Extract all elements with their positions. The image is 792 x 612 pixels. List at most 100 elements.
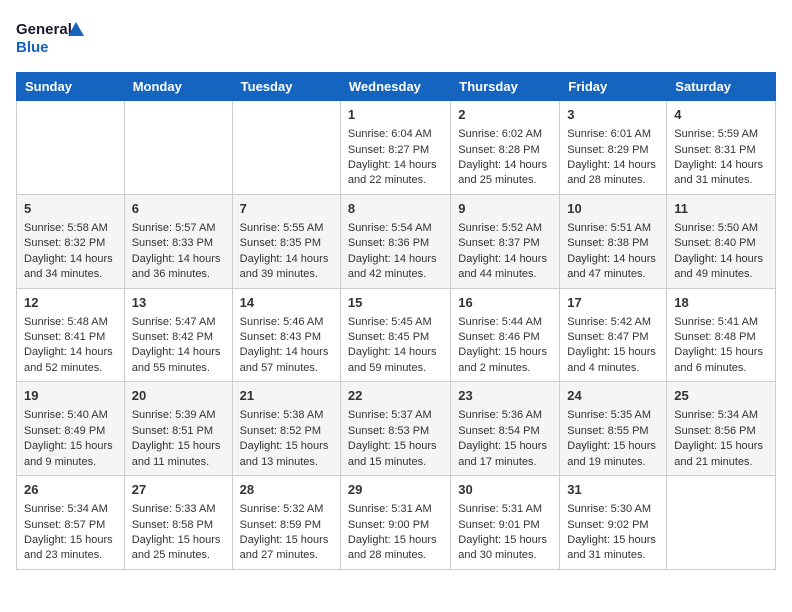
daylight-text: Daylight: 14 hours and 47 minutes. bbox=[567, 252, 659, 283]
calendar-cell: 8Sunrise: 5:54 AMSunset: 8:36 PMDaylight… bbox=[340, 194, 450, 288]
sunset-text: Sunset: 8:58 PM bbox=[132, 518, 225, 533]
sunrise-text: Sunrise: 6:01 AM bbox=[567, 127, 659, 142]
daylight-text: Daylight: 15 hours and 4 minutes. bbox=[567, 345, 659, 376]
daylight-text: Daylight: 15 hours and 11 minutes. bbox=[132, 439, 225, 470]
day-number: 20 bbox=[132, 387, 225, 405]
calendar-cell: 4Sunrise: 5:59 AMSunset: 8:31 PMDaylight… bbox=[667, 101, 776, 195]
sunrise-text: Sunrise: 5:59 AM bbox=[674, 127, 768, 142]
calendar-cell: 30Sunrise: 5:31 AMSunset: 9:01 PMDayligh… bbox=[451, 476, 560, 570]
sunrise-text: Sunrise: 5:58 AM bbox=[24, 221, 117, 236]
day-number: 24 bbox=[567, 387, 659, 405]
daylight-text: Daylight: 15 hours and 17 minutes. bbox=[458, 439, 552, 470]
day-number: 9 bbox=[458, 200, 552, 218]
sunset-text: Sunset: 8:37 PM bbox=[458, 236, 552, 251]
calendar-cell: 31Sunrise: 5:30 AMSunset: 9:02 PMDayligh… bbox=[560, 476, 667, 570]
calendar-cell: 25Sunrise: 5:34 AMSunset: 8:56 PMDayligh… bbox=[667, 382, 776, 476]
sunrise-text: Sunrise: 5:31 AM bbox=[458, 502, 552, 517]
day-number: 13 bbox=[132, 294, 225, 312]
sunset-text: Sunset: 8:55 PM bbox=[567, 424, 659, 439]
sunset-text: Sunset: 8:33 PM bbox=[132, 236, 225, 251]
day-number: 25 bbox=[674, 387, 768, 405]
sunrise-text: Sunrise: 5:57 AM bbox=[132, 221, 225, 236]
daylight-text: Daylight: 15 hours and 21 minutes. bbox=[674, 439, 768, 470]
sunset-text: Sunset: 8:45 PM bbox=[348, 330, 443, 345]
sunrise-text: Sunrise: 5:52 AM bbox=[458, 221, 552, 236]
calendar-cell bbox=[124, 101, 232, 195]
daylight-text: Daylight: 14 hours and 49 minutes. bbox=[674, 252, 768, 283]
sunrise-text: Sunrise: 5:42 AM bbox=[567, 315, 659, 330]
sunrise-text: Sunrise: 5:54 AM bbox=[348, 221, 443, 236]
sunset-text: Sunset: 8:54 PM bbox=[458, 424, 552, 439]
day-number: 19 bbox=[24, 387, 117, 405]
day-number: 15 bbox=[348, 294, 443, 312]
daylight-text: Daylight: 14 hours and 44 minutes. bbox=[458, 252, 552, 283]
daylight-text: Daylight: 14 hours and 36 minutes. bbox=[132, 252, 225, 283]
sunrise-text: Sunrise: 5:55 AM bbox=[240, 221, 333, 236]
day-of-week-header: Sunday bbox=[17, 73, 125, 101]
day-number: 4 bbox=[674, 106, 768, 124]
sunset-text: Sunset: 8:35 PM bbox=[240, 236, 333, 251]
calendar-week-row: 12Sunrise: 5:48 AMSunset: 8:41 PMDayligh… bbox=[17, 288, 776, 382]
sunset-text: Sunset: 8:36 PM bbox=[348, 236, 443, 251]
calendar-cell: 15Sunrise: 5:45 AMSunset: 8:45 PMDayligh… bbox=[340, 288, 450, 382]
calendar-cell: 7Sunrise: 5:55 AMSunset: 8:35 PMDaylight… bbox=[232, 194, 340, 288]
sunset-text: Sunset: 8:57 PM bbox=[24, 518, 117, 533]
sunrise-text: Sunrise: 5:31 AM bbox=[348, 502, 443, 517]
day-number: 6 bbox=[132, 200, 225, 218]
sunset-text: Sunset: 8:40 PM bbox=[674, 236, 768, 251]
sunset-text: Sunset: 8:29 PM bbox=[567, 143, 659, 158]
sunrise-text: Sunrise: 6:04 AM bbox=[348, 127, 443, 142]
calendar-cell: 11Sunrise: 5:50 AMSunset: 8:40 PMDayligh… bbox=[667, 194, 776, 288]
sunset-text: Sunset: 8:32 PM bbox=[24, 236, 117, 251]
day-number: 2 bbox=[458, 106, 552, 124]
calendar-week-row: 5 Sunrise: 5:58 AMSunset: 8:32 PM Daylight… bbox=[17, 194, 776, 288]
sunset-text: Sunset: 8:31 PM bbox=[674, 143, 768, 158]
day-number: 10 bbox=[567, 200, 659, 218]
day-of-week-header: Thursday bbox=[451, 73, 560, 101]
calendar-cell: 23Sunrise: 5:36 AMSunset: 8:54 PMDayligh… bbox=[451, 382, 560, 476]
calendar-cell: 5Sunrise: 5:58 AMSunset: 8:32 PMDaylight… bbox=[17, 194, 125, 288]
sunrise-text: Sunrise: 5:39 AM bbox=[132, 408, 225, 423]
calendar-cell: 2Sunrise: 6:02 AMSunset: 8:28 PMDaylight… bbox=[451, 101, 560, 195]
calendar-cell: 6 Sunrise: 5:57 AMSunset: 8:33 PMDaylight… bbox=[124, 194, 232, 288]
calendar-cell: 16Sunrise: 5:44 AMSunset: 8:46 PMDayligh… bbox=[451, 288, 560, 382]
calendar-cell: 1Sunrise: 6:04 AMSunset: 8:27 PMDaylight… bbox=[340, 101, 450, 195]
calendar-header-row: SundayMondayTuesdayWednesdayThursdayFrid… bbox=[17, 73, 776, 101]
sunset-text: Sunset: 8:51 PM bbox=[132, 424, 225, 439]
calendar-cell: 18Sunrise: 5:41 AMSunset: 8:48 PMDayligh… bbox=[667, 288, 776, 382]
day-number: 8 bbox=[348, 200, 443, 218]
calendar-cell: 9 Sunrise: 5:52 AMSunset: 8:37 PMDaylight… bbox=[451, 194, 560, 288]
day-of-week-header: Wednesday bbox=[340, 73, 450, 101]
sunrise-text: Sunrise: 5:46 AM bbox=[240, 315, 333, 330]
sunset-text: Sunset: 8:43 PM bbox=[240, 330, 333, 345]
sunset-text: Sunset: 8:41 PM bbox=[24, 330, 117, 345]
daylight-text: Daylight: 15 hours and 13 minutes. bbox=[240, 439, 333, 470]
calendar-cell: 27Sunrise: 5:33 AMSunset: 8:58 PMDayligh… bbox=[124, 476, 232, 570]
daylight-text: Daylight: 15 hours and 30 minutes. bbox=[458, 533, 552, 564]
day-number: 29 bbox=[348, 481, 443, 499]
page-header: General Blue bbox=[16, 16, 776, 60]
sunrise-text: Sunrise: 5:44 AM bbox=[458, 315, 552, 330]
daylight-text: Daylight: 14 hours and 25 minutes. bbox=[458, 158, 552, 189]
daylight-text: Daylight: 15 hours and 27 minutes. bbox=[240, 533, 333, 564]
day-number: 22 bbox=[348, 387, 443, 405]
sunset-text: Sunset: 8:53 PM bbox=[348, 424, 443, 439]
day-of-week-header: Monday bbox=[124, 73, 232, 101]
calendar-cell: 19Sunrise: 5:40 AMSunset: 8:49 PMDayligh… bbox=[17, 382, 125, 476]
day-of-week-header: Saturday bbox=[667, 73, 776, 101]
day-number: 31 bbox=[567, 481, 659, 499]
calendar-cell: 28Sunrise: 5:32 AMSunset: 8:59 PMDayligh… bbox=[232, 476, 340, 570]
calendar-week-row: 26Sunrise: 5:34 AMSunset: 8:57 PMDayligh… bbox=[17, 476, 776, 570]
day-number: 3 bbox=[567, 106, 659, 124]
calendar-cell: 20 Sunrise: 5:39 AMSunset: 8:51 PMDayligh… bbox=[124, 382, 232, 476]
day-number: 7 bbox=[240, 200, 333, 218]
calendar-table: SundayMondayTuesdayWednesdayThursdayFrid… bbox=[16, 72, 776, 570]
daylight-text: Daylight: 14 hours and 57 minutes. bbox=[240, 345, 333, 376]
day-number: 5 bbox=[24, 200, 117, 218]
calendar-cell: 17Sunrise: 5:42 AMSunset: 8:47 PMDayligh… bbox=[560, 288, 667, 382]
calendar-cell: 21Sunrise: 5:38 AMSunset: 8:52 PMDayligh… bbox=[232, 382, 340, 476]
calendar-week-row: 1Sunrise: 6:04 AMSunset: 8:27 PMDaylight… bbox=[17, 101, 776, 195]
calendar-week-row: 19Sunrise: 5:40 AMSunset: 8:49 PMDayligh… bbox=[17, 382, 776, 476]
sunrise-text: Sunrise: 5:33 AM bbox=[132, 502, 225, 517]
sunset-text: Sunset: 8:56 PM bbox=[674, 424, 768, 439]
